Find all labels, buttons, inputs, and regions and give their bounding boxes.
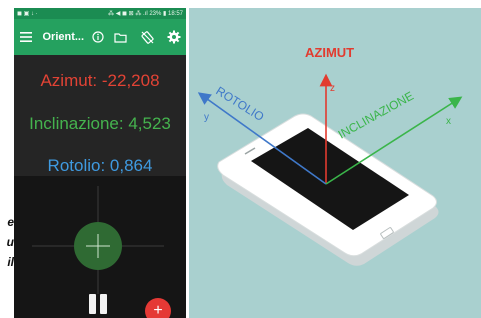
smartphone-illustration (217, 113, 439, 266)
rotation-lock-icon[interactable] (139, 28, 155, 46)
hamburger-menu-icon[interactable] (18, 28, 34, 46)
app-title: Orient... (42, 31, 85, 43)
info-icon[interactable] (90, 28, 106, 46)
phone-screenshot: ◼ ▣ ↓ · ⁂ ◀ ◼ ⊠ ⁂ .ıl 23% ▮ 18:57 Orient… (14, 8, 186, 318)
bubble-level-panel: + (14, 176, 186, 318)
status-bar: ◼ ▣ ↓ · ⁂ ◀ ◼ ⊠ ⁂ .ıl 23% ▮ 18:57 (14, 8, 186, 19)
pause-icon-bar (100, 294, 107, 314)
rotolio-reading: Rotolio: 0,864 (47, 156, 153, 175)
pause-button[interactable] (87, 294, 109, 318)
status-right-info: ⁂ ◀ ◼ ⊠ ⁂ .ıl 23% ▮ 18:57 (108, 11, 183, 17)
rotolio-label: ROTOLIO (213, 84, 266, 124)
pause-icon (89, 294, 96, 314)
side-caption-line-3: il (7, 255, 14, 269)
azimut-reading: Azimut: -22,208 (40, 71, 160, 90)
z-axis-label: z (330, 83, 335, 94)
app-bar: Orient... (14, 19, 186, 55)
side-caption-line-1: e (7, 215, 14, 229)
folder-icon[interactable] (113, 28, 129, 46)
azimut-label: AZIMUT (305, 45, 354, 60)
side-caption-line-2: u (6, 235, 14, 249)
cut-off-side-caption: e u il (0, 212, 14, 272)
inclinazione-reading: Inclinazione: 4,523 (29, 114, 171, 133)
y-axis-label: y (204, 112, 209, 123)
orientation-axes-illustration: AZIMUT z ROTOLIO y INCLINAZIONE x (189, 8, 481, 318)
settings-gear-icon[interactable] (166, 28, 182, 46)
x-axis-label: x (446, 116, 451, 127)
sensor-readings-panel: Azimut: -22,208 Inclinazione: 4,523 Roto… (14, 55, 186, 176)
status-left-icons: ◼ ▣ ↓ · (17, 11, 38, 17)
add-fab-button[interactable]: + (145, 298, 171, 318)
